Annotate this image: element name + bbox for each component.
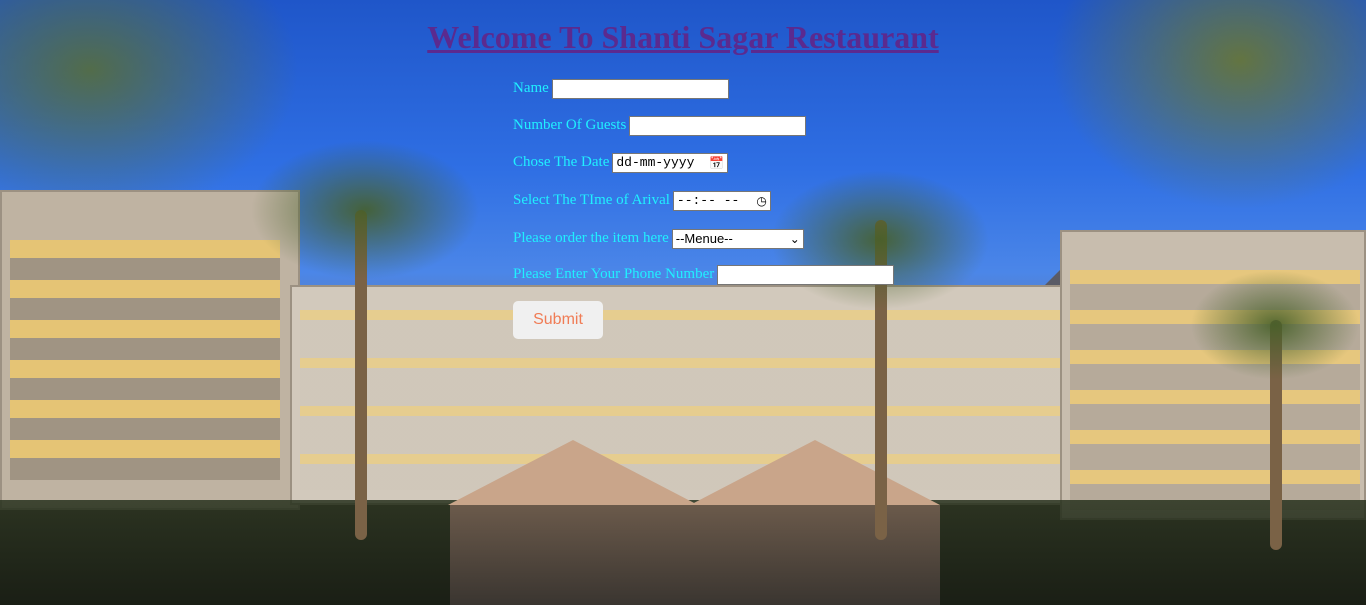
pavilion-base — [450, 505, 940, 605]
phone-input[interactable] — [717, 264, 895, 285]
lit-windows — [10, 240, 280, 480]
name-input[interactable] — [551, 78, 729, 99]
pavilion-roof — [690, 440, 940, 505]
date-placeholder: dd-mm-yyyy — [616, 155, 695, 170]
guests-input[interactable] — [629, 115, 807, 136]
name-label: Name — [513, 80, 549, 96]
menu-select[interactable]: --Menue-- ⌄ — [671, 228, 804, 249]
date-label: Chose The Date — [513, 154, 610, 170]
palm-crown — [1190, 270, 1360, 380]
guests-label: Number Of Guests — [513, 117, 627, 133]
time-input[interactable]: --:-- -- ◷ — [672, 190, 771, 211]
chevron-down-icon[interactable]: ⌄ — [790, 232, 800, 246]
time-row: Select The TIme of Arival --:-- -- ◷ — [513, 190, 771, 211]
order-row: Please order the item here --Menue-- ⌄ — [513, 228, 804, 249]
date-row: Chose The Date dd-mm-yyyy 📅 — [513, 152, 729, 173]
order-label: Please order the item here — [513, 230, 669, 246]
time-label: Select The TIme of Arival — [513, 192, 670, 208]
submit-button[interactable]: Submit — [513, 301, 603, 339]
date-input[interactable]: dd-mm-yyyy 📅 — [612, 152, 729, 173]
phone-label: Please Enter Your Phone Number — [513, 266, 715, 282]
calendar-icon[interactable]: 📅 — [709, 156, 724, 170]
palm-crown — [250, 140, 480, 280]
page-title: Welcome To Shanti Sagar Restaurant — [427, 19, 939, 55]
time-placeholder: --:-- -- — [676, 193, 740, 208]
phone-row: Please Enter Your Phone Number — [513, 264, 895, 285]
menu-select-value: --Menue-- — [675, 231, 733, 246]
pavilion-roof — [448, 440, 698, 505]
guests-row: Number Of Guests — [513, 115, 807, 136]
name-row: Name — [513, 78, 729, 99]
clock-icon[interactable]: ◷ — [756, 194, 766, 208]
